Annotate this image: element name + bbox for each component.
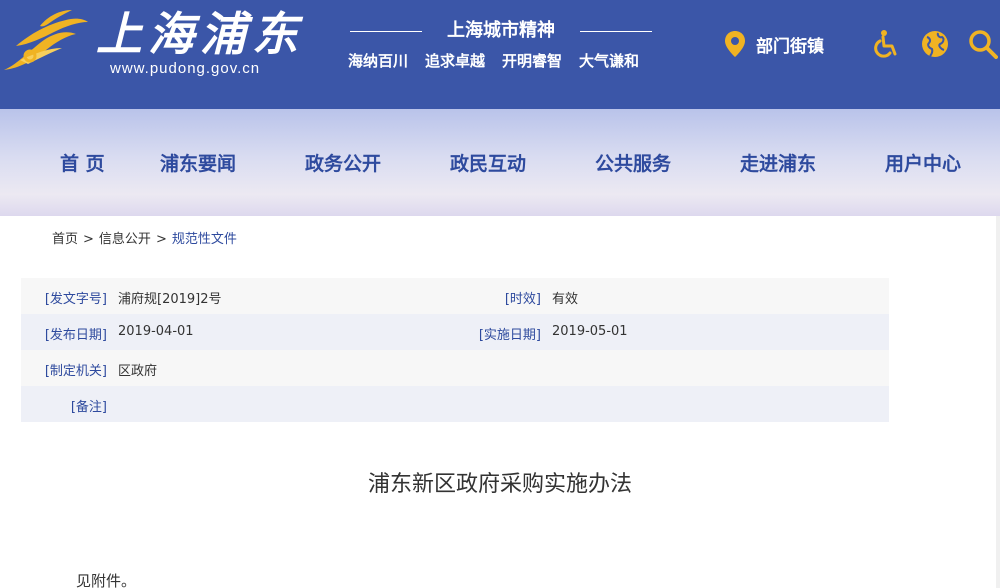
issuer-value: 区政府 [118,364,158,379]
issuer-label: [制定机关] [44,364,107,379]
nav-item-about-pudong[interactable]: 走进浦东 [740,149,816,176]
breadcrumb-normative-documents[interactable]: 规范性文件 [172,232,237,247]
site-title[interactable]: 上海浦东 [96,6,304,62]
note-label: [备注] [70,400,107,415]
main-nav: 首 页 浦东要闻 政务公开 政民互动 公共服务 走进浦东 用户中心 [0,109,1000,216]
validity-label: [时效] [504,292,541,307]
nav-item-government-affairs[interactable]: 政务公开 [305,149,381,176]
city-spirit-heading: 上海城市精神 [346,18,656,44]
department-street-label: 部门街镇 [756,36,824,57]
breadcrumb-separator: > [83,232,94,247]
breadcrumb: 首页 > 信息公开 > 规范性文件 [52,228,237,247]
nav-item-home[interactable]: 首 页 [60,149,105,176]
nav-item-pudong-news[interactable]: 浦东要闻 [160,149,236,176]
nav-item-user-center[interactable]: 用户中心 [885,149,961,176]
validity-value: 有效 [552,292,579,307]
spirit-word: 海纳百川 [348,52,409,70]
site-header: 上海浦东 www.pudong.gov.cn 上海城市精神 海纳百川 追求卓越 … [0,0,1000,109]
breadcrumb-info-disclosure[interactable]: 信息公开 [99,232,151,247]
meta-row: [制定机关] 区政府 [21,350,889,386]
nav-item-public-services[interactable]: 公共服务 [595,149,671,176]
location-pin-icon [725,31,745,57]
publish-date-label: [发布日期] [44,328,107,343]
document-body: 见附件。 [76,572,137,588]
breadcrumb-separator: > [155,232,167,247]
effective-date-value: 2019-05-01 [552,324,628,339]
document-title: 浦东新区政府采购实施办法 [367,472,632,497]
meta-row: [发布日期] 2019-04-01 [实施日期] 2019-05-01 [21,314,889,350]
accessibility-icon[interactable] [871,29,901,59]
doc-number-value: 浦府规[2019]2号 [118,292,222,307]
search-icon[interactable] [968,29,998,59]
site-url: www.pudong.gov.cn [110,60,261,77]
breadcrumb-home[interactable]: 首页 [52,232,78,247]
city-spirit-title: 上海城市精神 [447,20,555,41]
document-meta-table: [发文字号] 浦府规[2019]2号 [时效] 有效 [发布日期] 2019-0… [21,278,889,422]
spirit-word: 开明睿智 [502,52,563,70]
globe-icon[interactable] [920,29,950,59]
department-street-link[interactable]: 部门街镇 [724,30,824,58]
spirit-word: 大气谦和 [579,52,640,70]
city-spirit-words: 海纳百川 追求卓越 开明睿智 大气谦和 [348,50,639,71]
spirit-word: 追求卓越 [425,52,486,70]
meta-row: [发文字号] 浦府规[2019]2号 [时效] 有效 [21,278,889,314]
doc-number-label: [发文字号] [44,292,107,307]
publish-date-value: 2019-04-01 [118,324,194,339]
effective-date-label: [实施日期] [478,328,541,343]
meta-row: [备注] [21,386,889,422]
page-scrollbar[interactable] [996,216,1000,588]
site-logo-icon[interactable] [0,4,92,76]
nav-item-public-interaction[interactable]: 政民互动 [450,149,526,176]
